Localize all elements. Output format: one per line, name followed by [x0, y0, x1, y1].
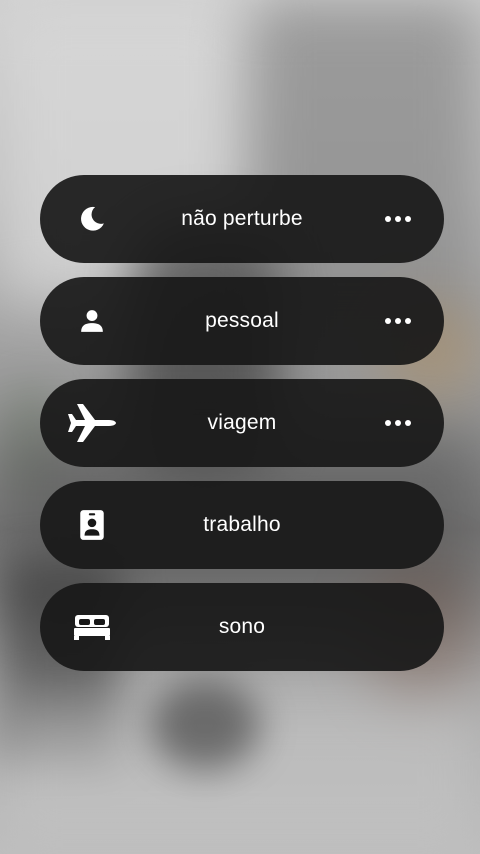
- more-options-icon[interactable]: [378, 306, 418, 336]
- background-blur: [150, 680, 260, 770]
- more-options-icon[interactable]: [378, 408, 418, 438]
- mode-travel[interactable]: viagem: [40, 379, 444, 467]
- mode-sleep[interactable]: sono: [40, 583, 444, 671]
- focus-mode-list: não perturbe pessoal viagem trabalho son…: [40, 175, 444, 685]
- mode-do-not-disturb[interactable]: não perturbe: [40, 175, 444, 263]
- mode-label: pessoal: [205, 309, 279, 332]
- person-icon: [66, 295, 118, 347]
- more-options-icon[interactable]: [378, 204, 418, 234]
- mode-label: sono: [218, 615, 266, 638]
- bed-icon: [66, 601, 118, 653]
- mode-work[interactable]: trabalho: [40, 481, 444, 569]
- mode-personal[interactable]: pessoal: [40, 277, 444, 365]
- moon-icon: [66, 193, 118, 245]
- id-badge-icon: [66, 499, 118, 551]
- mode-label: trabalho: [203, 513, 281, 536]
- mode-label: viagem: [207, 411, 277, 434]
- focus-mode-screen: não perturbe pessoal viagem trabalho son…: [0, 0, 480, 854]
- airplane-icon: [66, 397, 118, 449]
- mode-label: não perturbe: [181, 207, 303, 230]
